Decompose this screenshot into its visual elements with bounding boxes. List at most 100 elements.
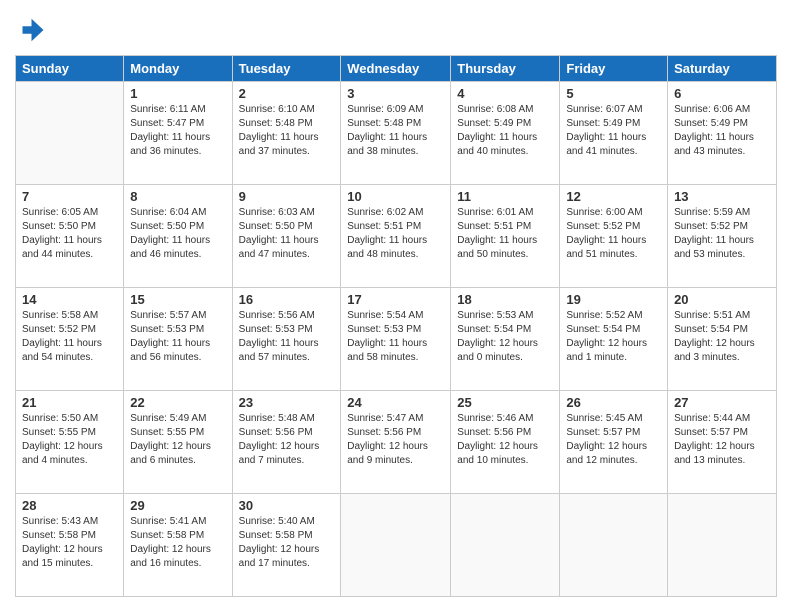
col-header-tuesday: Tuesday (232, 56, 341, 82)
day-cell: 20 Sunrise: 5:51 AM Sunset: 5:54 PM Dayli… (668, 288, 777, 391)
day-cell (341, 494, 451, 597)
day-info: Sunrise: 6:09 AM Sunset: 5:48 PM Dayligh… (347, 103, 444, 159)
day-cell: 4 Sunrise: 6:08 AM Sunset: 5:49 PM Daylig… (451, 82, 560, 185)
day-info: Sunrise: 6:04 AM Sunset: 5:50 PM Dayligh… (130, 206, 225, 262)
day-cell: 11 Sunrise: 6:01 AM Sunset: 5:51 PM Dayli… (451, 185, 560, 288)
day-number: 3 (347, 86, 444, 101)
day-number: 21 (22, 395, 117, 410)
day-info: Sunrise: 6:03 AM Sunset: 5:50 PM Dayligh… (239, 206, 335, 262)
day-number: 15 (130, 292, 225, 307)
day-cell (16, 82, 124, 185)
day-cell: 17Sunrise: 5:54 AM Sunset: 5:53 PM Dayli… (341, 288, 451, 391)
day-info: Sunrise: 6:07 AM Sunset: 5:49 PM Dayligh… (566, 103, 661, 159)
day-cell: 21 Sunrise: 5:50 AM Sunset: 5:55 PM Dayli… (16, 391, 124, 494)
day-cell: 27 Sunrise: 5:44 AM Sunset: 5:57 PM Dayli… (668, 391, 777, 494)
day-number: 28 (22, 498, 117, 513)
day-number: 13 (674, 189, 770, 204)
day-info: Sunrise: 5:50 AM Sunset: 5:55 PM Dayligh… (22, 412, 117, 468)
day-number: 18 (457, 292, 553, 307)
day-cell: 8 Sunrise: 6:04 AM Sunset: 5:50 PM Daylig… (124, 185, 232, 288)
col-header-saturday: Saturday (668, 56, 777, 82)
logo (15, 15, 49, 45)
day-info: Sunrise: 6:11 AM Sunset: 5:47 PM Dayligh… (130, 103, 225, 159)
day-cell: 26 Sunrise: 5:45 AM Sunset: 5:57 PM Dayli… (560, 391, 668, 494)
day-cell: 14 Sunrise: 5:58 AM Sunset: 5:52 PM Dayli… (16, 288, 124, 391)
day-cell: 22 Sunrise: 5:49 AM Sunset: 5:55 PM Dayli… (124, 391, 232, 494)
day-info: Sunrise: 5:48 AM Sunset: 5:56 PM Dayligh… (239, 412, 335, 468)
day-number: 17 (347, 292, 444, 307)
day-cell: 25 Sunrise: 5:46 AM Sunset: 5:56 PM Dayli… (451, 391, 560, 494)
day-info: Sunrise: 5:40 AM Sunset: 5:58 PM Dayligh… (239, 515, 335, 571)
day-info: Sunrise: 6:08 AM Sunset: 5:49 PM Dayligh… (457, 103, 553, 159)
day-number: 12 (566, 189, 661, 204)
day-cell: 18Sunrise: 5:53 AM Sunset: 5:54 PM Dayli… (451, 288, 560, 391)
col-header-monday: Monday (124, 56, 232, 82)
week-row-4: 21 Sunrise: 5:50 AM Sunset: 5:55 PM Dayli… (16, 391, 777, 494)
day-cell: 30 Sunrise: 5:40 AM Sunset: 5:58 PM Dayli… (232, 494, 341, 597)
day-info: Sunrise: 5:41 AM Sunset: 5:58 PM Dayligh… (130, 515, 225, 571)
day-info: Sunrise: 5:58 AM Sunset: 5:52 PM Dayligh… (22, 309, 117, 365)
day-cell: 1 Sunrise: 6:11 AM Sunset: 5:47 PM Daylig… (124, 82, 232, 185)
day-info: Sunrise: 5:51 AM Sunset: 5:54 PM Dayligh… (674, 309, 770, 365)
day-info: Sunrise: 5:45 AM Sunset: 5:57 PM Dayligh… (566, 412, 661, 468)
day-info: Sunrise: 6:06 AM Sunset: 5:49 PM Dayligh… (674, 103, 770, 159)
day-cell: 13 Sunrise: 5:59 AM Sunset: 5:52 PM Dayli… (668, 185, 777, 288)
day-cell: 5Sunrise: 6:07 AM Sunset: 5:49 PM Daylig… (560, 82, 668, 185)
week-row-1: 1 Sunrise: 6:11 AM Sunset: 5:47 PM Daylig… (16, 82, 777, 185)
day-number: 14 (22, 292, 117, 307)
day-number: 9 (239, 189, 335, 204)
col-header-wednesday: Wednesday (341, 56, 451, 82)
day-number: 8 (130, 189, 225, 204)
week-row-2: 7Sunrise: 6:05 AM Sunset: 5:50 PM Daylig… (16, 185, 777, 288)
day-cell: 28 Sunrise: 5:43 AM Sunset: 5:58 PM Dayli… (16, 494, 124, 597)
day-number: 29 (130, 498, 225, 513)
day-info: Sunrise: 5:57 AM Sunset: 5:53 PM Dayligh… (130, 309, 225, 365)
day-number: 20 (674, 292, 770, 307)
day-cell (560, 494, 668, 597)
day-number: 2 (239, 86, 335, 101)
day-number: 27 (674, 395, 770, 410)
day-cell: 7Sunrise: 6:05 AM Sunset: 5:50 PM Daylig… (16, 185, 124, 288)
col-header-friday: Friday (560, 56, 668, 82)
day-info: Sunrise: 6:00 AM Sunset: 5:52 PM Dayligh… (566, 206, 661, 262)
week-row-3: 14 Sunrise: 5:58 AM Sunset: 5:52 PM Dayli… (16, 288, 777, 391)
day-cell: 3 Sunrise: 6:09 AM Sunset: 5:48 PM Daylig… (341, 82, 451, 185)
day-number: 10 (347, 189, 444, 204)
day-number: 19 (566, 292, 661, 307)
day-number: 16 (239, 292, 335, 307)
day-number: 7 (22, 189, 117, 204)
day-number: 11 (457, 189, 553, 204)
day-cell: 29 Sunrise: 5:41 AM Sunset: 5:58 PM Dayli… (124, 494, 232, 597)
day-cell: 12 Sunrise: 6:00 AM Sunset: 5:52 PM Dayli… (560, 185, 668, 288)
day-number: 25 (457, 395, 553, 410)
day-number: 4 (457, 86, 553, 101)
header (15, 15, 777, 45)
calendar-header-row: SundayMondayTuesdayWednesdayThursdayFrid… (16, 56, 777, 82)
day-cell: 2 Sunrise: 6:10 AM Sunset: 5:48 PM Daylig… (232, 82, 341, 185)
day-info: Sunrise: 5:49 AM Sunset: 5:55 PM Dayligh… (130, 412, 225, 468)
day-cell: 23Sunrise: 5:48 AM Sunset: 5:56 PM Dayli… (232, 391, 341, 494)
day-cell: 10Sunrise: 6:02 AM Sunset: 5:51 PM Dayli… (341, 185, 451, 288)
day-number: 30 (239, 498, 335, 513)
day-info: Sunrise: 6:01 AM Sunset: 5:51 PM Dayligh… (457, 206, 553, 262)
day-cell (668, 494, 777, 597)
day-cell: 19 Sunrise: 5:52 AM Sunset: 5:54 PM Dayli… (560, 288, 668, 391)
day-number: 1 (130, 86, 225, 101)
day-info: Sunrise: 5:44 AM Sunset: 5:57 PM Dayligh… (674, 412, 770, 468)
day-info: Sunrise: 5:46 AM Sunset: 5:56 PM Dayligh… (457, 412, 553, 468)
day-info: Sunrise: 5:56 AM Sunset: 5:53 PM Dayligh… (239, 309, 335, 365)
day-info: Sunrise: 5:52 AM Sunset: 5:54 PM Dayligh… (566, 309, 661, 365)
day-cell: 9 Sunrise: 6:03 AM Sunset: 5:50 PM Daylig… (232, 185, 341, 288)
day-cell (451, 494, 560, 597)
day-info: Sunrise: 6:10 AM Sunset: 5:48 PM Dayligh… (239, 103, 335, 159)
day-cell: 16 Sunrise: 5:56 AM Sunset: 5:53 PM Dayli… (232, 288, 341, 391)
day-info: Sunrise: 5:43 AM Sunset: 5:58 PM Dayligh… (22, 515, 117, 571)
day-number: 26 (566, 395, 661, 410)
week-row-5: 28 Sunrise: 5:43 AM Sunset: 5:58 PM Dayli… (16, 494, 777, 597)
day-info: Sunrise: 5:59 AM Sunset: 5:52 PM Dayligh… (674, 206, 770, 262)
col-header-sunday: Sunday (16, 56, 124, 82)
day-number: 22 (130, 395, 225, 410)
calendar: SundayMondayTuesdayWednesdayThursdayFrid… (15, 55, 777, 597)
day-number: 24 (347, 395, 444, 410)
col-header-thursday: Thursday (451, 56, 560, 82)
